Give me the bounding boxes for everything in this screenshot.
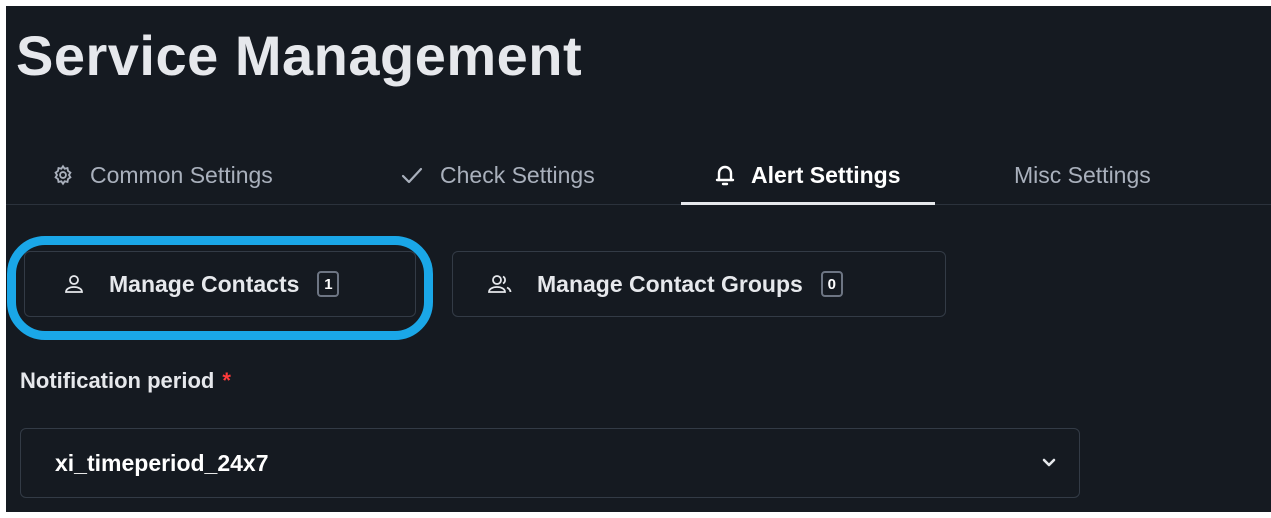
- manage-contact-groups-button[interactable]: Manage Contact Groups 0: [452, 251, 946, 317]
- user-icon: [63, 273, 85, 295]
- notification-period-select[interactable]: xi_timeperiod_24x7: [20, 428, 1080, 498]
- chevron-down-icon: [1041, 457, 1057, 469]
- tab-alert-settings-label: Alert Settings: [751, 161, 901, 188]
- manage-contact-groups-count-badge: 0: [820, 271, 843, 297]
- page-title: Service Management: [16, 24, 583, 87]
- user-group-icon: [487, 273, 513, 295]
- manage-contacts-button[interactable]: Manage Contacts 1: [24, 251, 416, 317]
- required-marker: *: [222, 368, 231, 393]
- settings-tabs: Common Settings Check Settings Alert Set…: [6, 146, 1271, 205]
- manage-contacts-count-badge: 1: [317, 271, 340, 297]
- tab-misc-settings[interactable]: Misc Settings: [1014, 146, 1151, 204]
- tab-misc-settings-label: Misc Settings: [1014, 161, 1151, 188]
- bell-icon: [715, 163, 735, 187]
- tab-alert-settings[interactable]: Alert Settings: [681, 146, 935, 205]
- tab-common-settings-label: Common Settings: [90, 161, 273, 188]
- notification-period-label-text: Notification period: [20, 368, 215, 393]
- check-icon: [400, 165, 424, 185]
- notification-period-label: Notification period *: [20, 368, 231, 394]
- manage-contact-groups-label: Manage Contact Groups: [537, 270, 803, 297]
- notification-period-value: xi_timeperiod_24x7: [55, 449, 269, 476]
- tab-common-settings[interactable]: Common Settings: [52, 146, 273, 204]
- tab-check-settings[interactable]: Check Settings: [400, 146, 595, 204]
- manage-contacts-label: Manage Contacts: [109, 270, 300, 297]
- tab-check-settings-label: Check Settings: [440, 161, 595, 188]
- service-management-panel: Service Management Common Settings Check…: [6, 6, 1271, 512]
- gear-icon: [52, 164, 74, 186]
